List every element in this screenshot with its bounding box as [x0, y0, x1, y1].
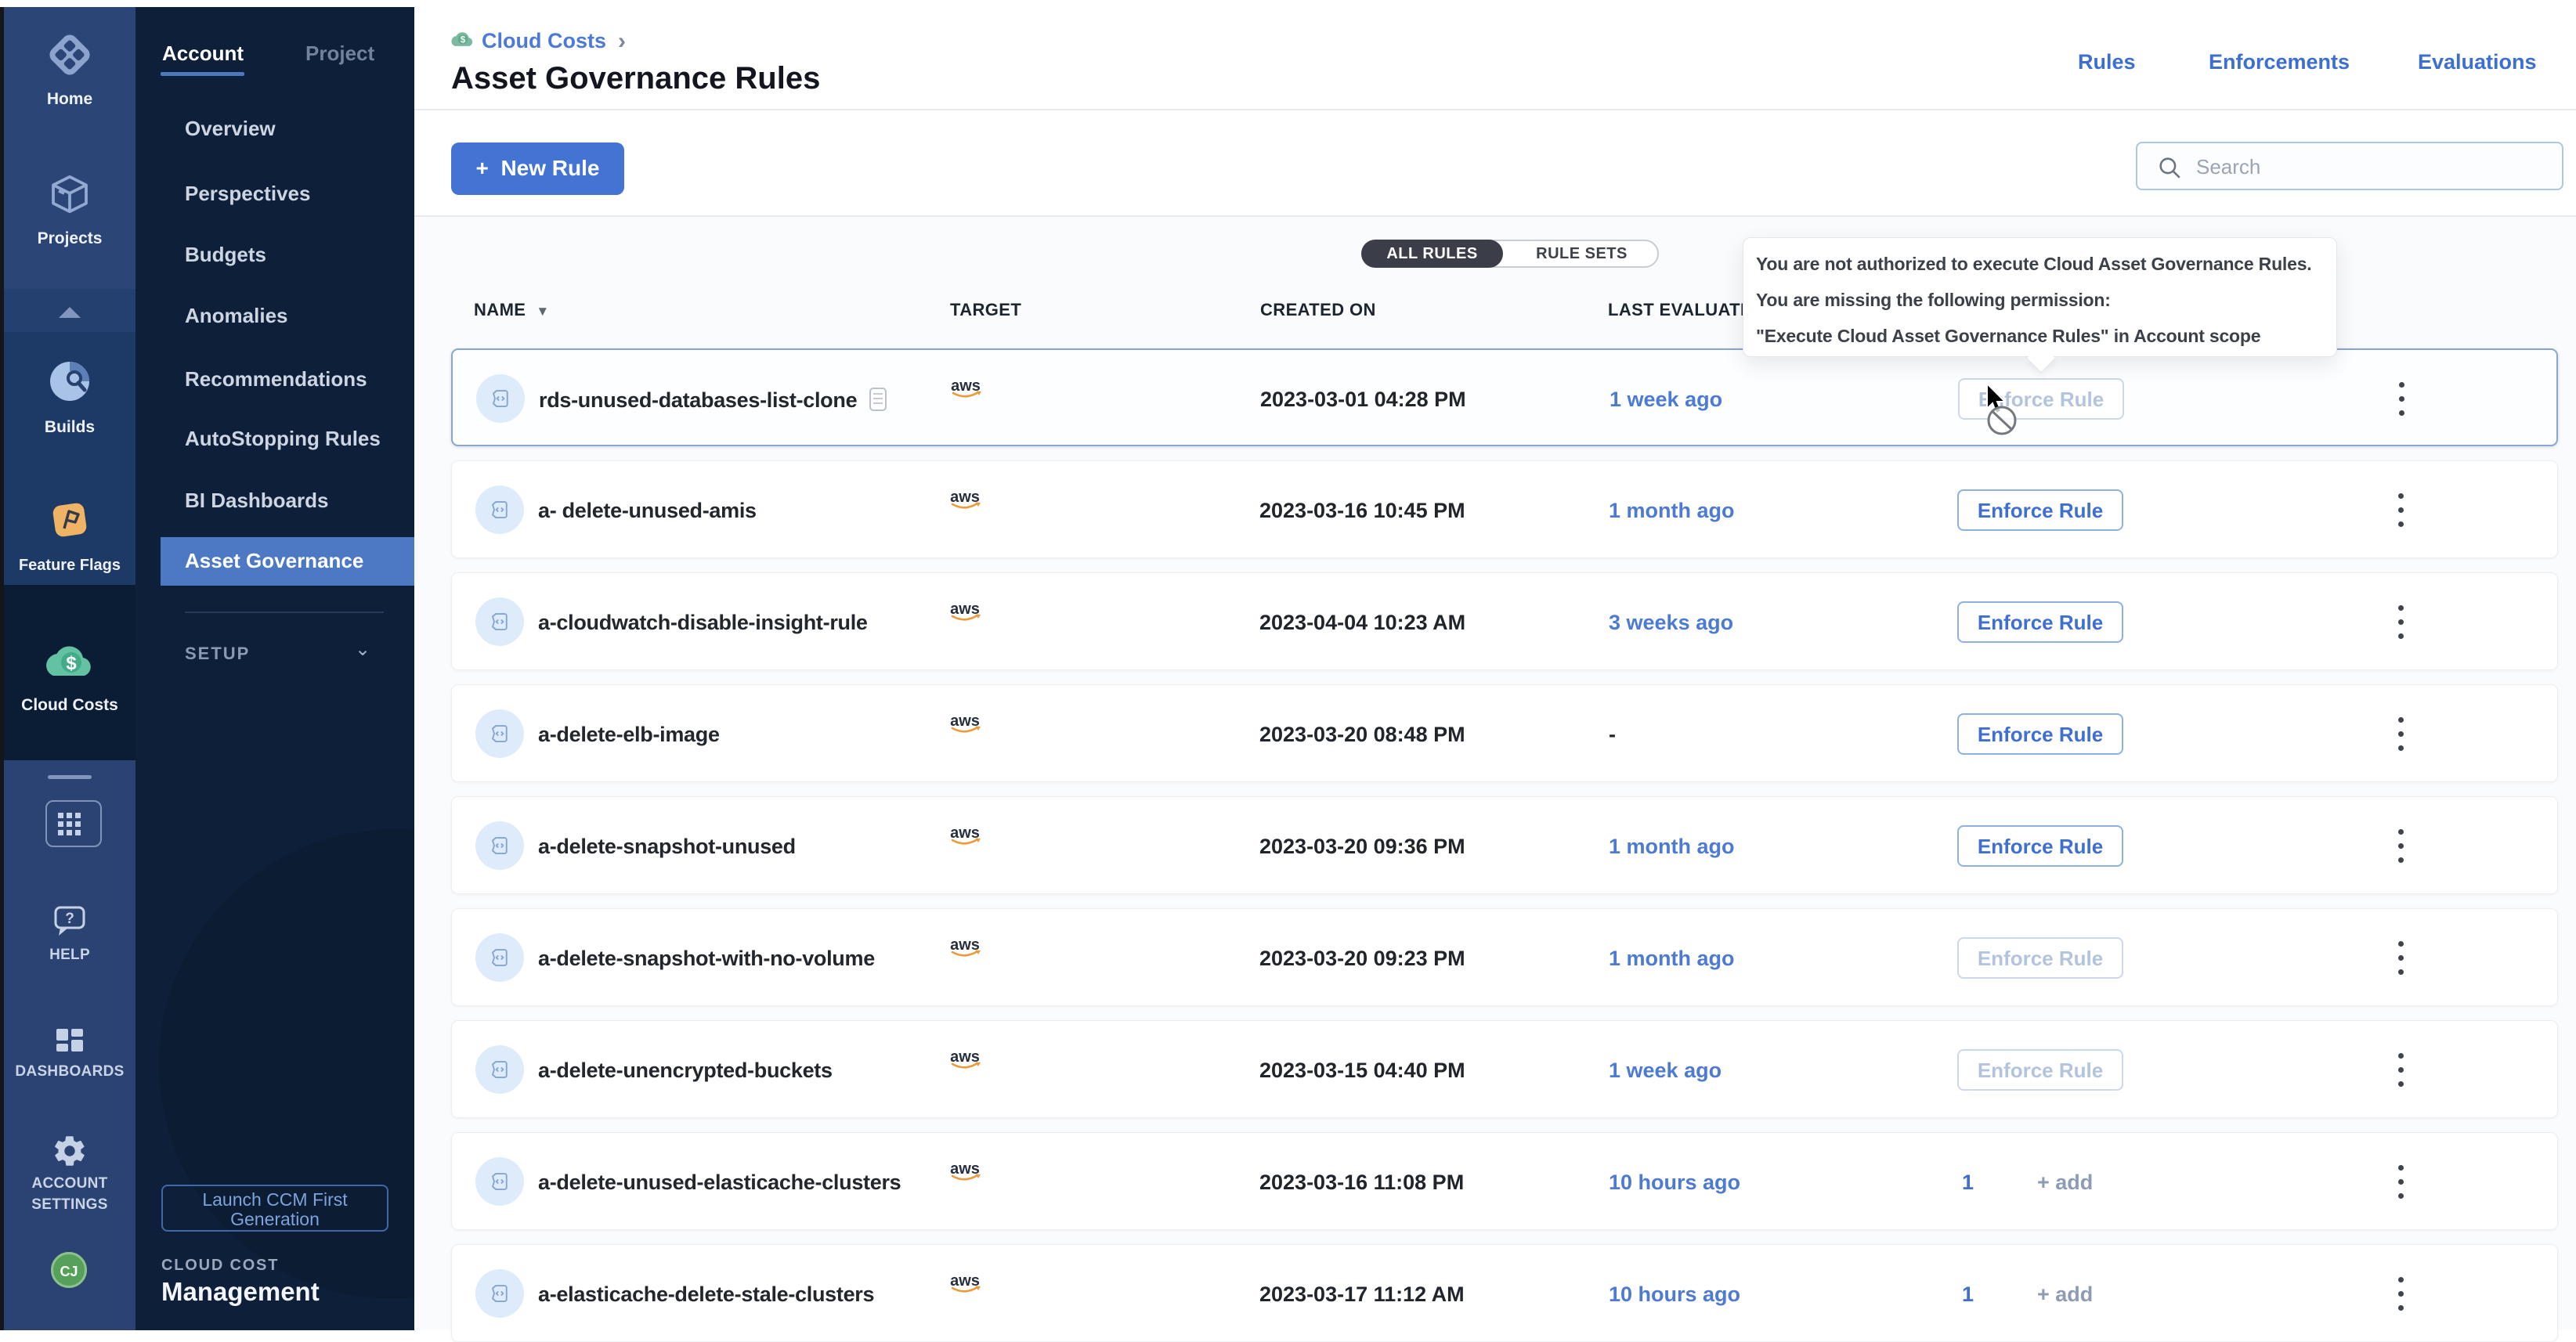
svg-text:aws: aws [950, 824, 980, 842]
svg-text:?: ? [65, 911, 74, 927]
svg-text:aws: aws [950, 936, 980, 954]
svg-text:aws: aws [950, 712, 980, 730]
svg-text:aws: aws [950, 1160, 980, 1178]
svg-text:$: $ [66, 653, 77, 674]
svg-text:aws: aws [950, 1272, 980, 1290]
svg-text:$: $ [461, 35, 466, 45]
svg-text:aws: aws [950, 601, 980, 618]
svg-text:aws: aws [951, 377, 981, 395]
svg-text:aws: aws [950, 489, 980, 506]
svg-text:aws: aws [950, 1048, 980, 1066]
